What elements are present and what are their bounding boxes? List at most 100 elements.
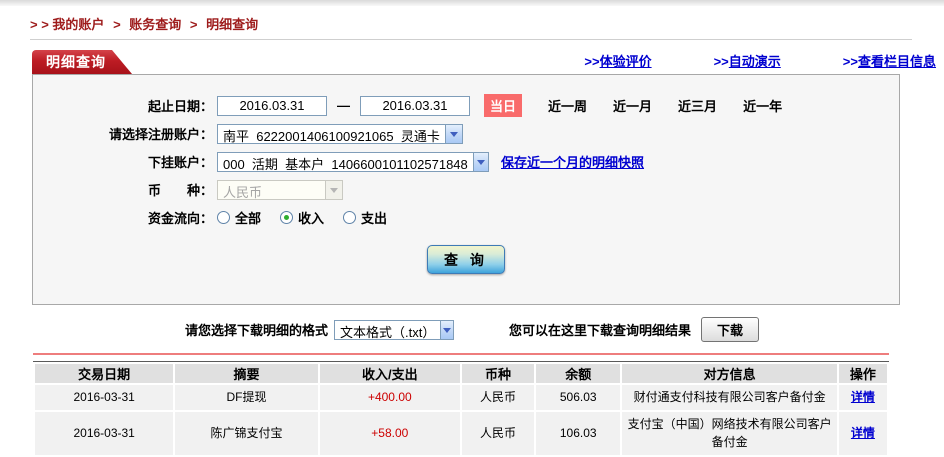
sub-account-dropdown-button[interactable] [472,152,488,171]
register-account-value: 南平 6222001406100921065 灵通卡 [223,128,440,144]
currency-select: 人民币 [217,179,343,200]
table-row: 2016-03-31 陈广锦支付宝 +58.00 人民币 106.03 支付宝（… [35,412,887,456]
transactions-table-header: 交易日期 摘要 收入/支出 币种 余额 对方信息 操作 [35,364,887,383]
quick-range-today[interactable]: 当日 [484,94,523,117]
link-view-column-info[interactable]: >>查看栏目信息 [843,51,936,70]
date-range-controls: — 当日 近一周 近一月 近三月 近一年 [217,94,782,117]
register-account-row: 请选择注册账户： 南平 6222001406100921065 灵通卡 [33,123,899,144]
sub-account-value: 000 活期 基本户 1406600101102571848 [223,156,468,172]
currency-label: 币 种： [147,183,213,198]
cell-counterparty: 支付宝（中国）网络技术有限公司客户备付金 [622,412,837,456]
link-auto-demo[interactable]: >>自动演示 [714,51,781,70]
date-range-row: 起止日期： — 当日 近一周 近一月 近三月 近一年 [33,94,899,117]
col-header-amount: 收入/支出 [319,364,460,383]
transactions-table-body: 2016-03-31 DF提现 +400.00 人民币 506.03 财付通支付… [35,385,887,456]
currency-value: 人民币 [223,184,263,200]
table-row: 2016-03-31 DF提现 +400.00 人民币 506.03 财付通支付… [35,385,887,411]
end-date-input[interactable] [360,95,470,116]
section-header: 明细查询 >>体验评价 >>自动演示 >>查看栏目信息 [32,50,936,74]
breadcrumb: > > 我的账户 > 账务查询 > 明细查询 [30,14,944,33]
fund-flow-option-label: 支出 [361,211,388,226]
fund-flow-controls: 全部 收入 支出 [217,208,406,227]
sub-account-controls: 000 活期 基本户 1406600101102571848 保存近一个月的明细… [217,151,644,172]
breadcrumb-item-account-query[interactable]: 账务查询 [129,17,181,32]
fund-flow-option-all[interactable]: 全部 [217,208,261,227]
table-red-divider [33,353,889,355]
combo-spacer [267,181,325,199]
start-date-input[interactable] [217,95,327,116]
cell-balance: 106.03 [536,412,621,456]
fund-flow-option-income[interactable]: 收入 [280,208,324,227]
register-account-select[interactable]: 南平 6222001406100921065 灵通卡 [217,123,463,144]
register-account-dropdown-button[interactable] [445,124,462,143]
cell-amount: +58.00 [319,412,460,456]
link-arrows: >> [713,54,729,69]
radio-unchecked-icon[interactable] [217,211,230,224]
cell-date: 2016-03-31 [35,412,174,456]
detail-link[interactable]: 详情 [851,426,875,440]
query-button[interactable]: 查 询 [427,245,505,274]
quick-range-year[interactable]: 近一年 [743,96,782,115]
cell-currency: 人民币 [461,385,535,411]
register-account-controls: 南平 6222001406100921065 灵通卡 [217,123,463,144]
breadcrumb-separator: > [189,17,198,32]
download-hint: 您可以在这里下载查询明细结果 [509,323,692,338]
date-dash: — [337,98,350,113]
col-header-action: 操作 [838,364,887,383]
fund-flow-option-label: 收入 [298,211,325,226]
link-experience-rating[interactable]: >>体验评价 [584,51,651,70]
fund-flow-option-label: 全部 [235,211,262,226]
currency-dropdown-button [325,180,342,199]
fund-flow-option-expense[interactable]: 支出 [343,208,387,227]
query-button-row: 查 询 [33,245,899,274]
sub-account-select[interactable]: 000 活期 基本户 1406600101102571848 [217,151,489,172]
cell-amount: +400.00 [319,385,460,411]
page-top-strip [0,0,944,6]
breadcrumb-separator: > [113,17,121,32]
radio-unchecked-icon[interactable] [343,211,357,224]
link-label: 自动演示 [728,54,781,69]
cell-currency: 人民币 [461,412,535,456]
col-header-date: 交易日期 [35,364,174,383]
cell-action: 详情 [838,412,887,456]
download-button[interactable]: 下载 [701,317,760,342]
detail-link[interactable]: 详情 [851,390,875,404]
download-format-value: 文本格式（.txt） [340,324,436,340]
download-format-select[interactable]: 文本格式（.txt） [334,319,455,340]
link-arrows: >> [842,54,858,69]
col-header-counterparty: 对方信息 [622,364,837,383]
col-header-currency: 币种 [461,364,535,383]
breadcrumb-item-detail-query[interactable]: 明细查询 [206,17,258,32]
chevron-down-icon [450,131,458,141]
header-links: >>体验评价 >>自动演示 >>查看栏目信息 [584,51,936,74]
breadcrumb-prefix: > > [30,17,49,32]
query-form-panel: 起止日期： — 当日 近一周 近一月 近三月 近一年 请选择注册账户： 南平 6… [32,74,900,305]
radio-checked-icon[interactable] [280,211,294,224]
col-header-balance: 余额 [536,364,621,383]
download-format-dropdown-button[interactable] [440,320,454,339]
breadcrumb-item-my-account[interactable]: 我的账户 [52,17,104,32]
quick-range-month[interactable]: 近一月 [613,96,652,115]
save-monthly-snapshot-link[interactable]: 保存近一个月的明细快照 [501,152,644,171]
sub-account-label: 下挂账户： [147,155,213,170]
transactions-table: 交易日期 摘要 收入/支出 币种 余额 对方信息 操作 2016-03-31 D… [33,362,889,457]
cell-counterparty: 财付通支付科技有限公司客户备付金 [622,385,837,411]
link-arrows: >> [584,54,600,69]
cell-summary: DF提现 [175,385,318,411]
date-range-label: 起止日期： [147,99,213,114]
quick-range-week[interactable]: 近一周 [548,96,587,115]
link-label: 查看栏目信息 [857,54,936,69]
col-header-summary: 摘要 [175,364,318,383]
link-label: 体验评价 [599,54,652,69]
sub-account-row: 下挂账户： 000 活期 基本户 1406600101102571848 保存近… [33,151,899,172]
register-account-label: 请选择注册账户： [108,127,213,142]
fund-flow-row: 资金流向： 全部 收入 支出 [33,207,899,228]
currency-row: 币 种： 人民币 [33,179,899,200]
quick-range-quarter[interactable]: 近三月 [678,96,717,115]
fund-flow-label: 资金流向： [147,211,213,226]
cell-balance: 506.03 [536,385,621,411]
cell-date: 2016-03-31 [35,385,174,411]
chevron-down-icon [443,327,452,337]
cell-action: 详情 [838,385,887,411]
chevron-down-icon [476,159,485,169]
